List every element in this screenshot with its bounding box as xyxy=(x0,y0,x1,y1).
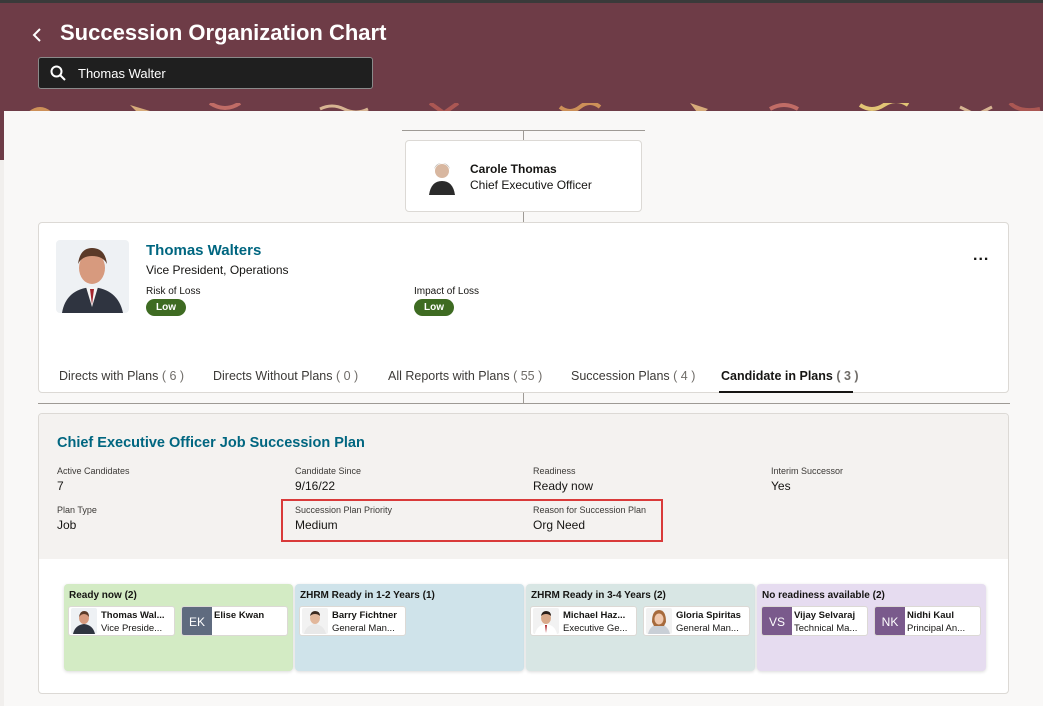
chevron-left-icon xyxy=(32,28,41,42)
field-value: 9/16/22 xyxy=(295,479,336,493)
tab-label: Directs Without Plans xyxy=(213,369,333,383)
plan-title-link[interactable]: Chief Executive Officer Job Succession P… xyxy=(57,435,365,451)
tab-directs-with-plans[interactable]: Directs with Plans ( 6 ) xyxy=(59,369,184,383)
person-name-link[interactable]: Thomas Walters xyxy=(146,242,261,259)
impact-of-loss-label: Impact of Loss xyxy=(414,286,480,297)
manager-title: Chief Executive Officer xyxy=(470,178,592,192)
risk-of-loss-badge: Low xyxy=(146,299,186,316)
connector-line xyxy=(523,130,524,140)
person-card: Thomas Walters Vice President, Operation… xyxy=(38,222,1009,393)
candidate-name: Gloria Spiritas xyxy=(676,610,741,621)
field-value: Ready now xyxy=(533,479,594,493)
field-label: Interim Successor xyxy=(771,466,844,476)
candidate-role: General Man... xyxy=(676,623,739,634)
back-button[interactable] xyxy=(32,23,50,47)
column-title: No readiness available (2) xyxy=(762,590,885,601)
page-title: Succession Organization Chart xyxy=(60,20,387,45)
readiness-column-no-readiness: No readiness available (2) VS Vijay Selv… xyxy=(757,584,986,671)
highlight-box xyxy=(281,499,663,542)
tab-count: ( 3 ) xyxy=(836,369,859,383)
candidate-name: Thomas Wal... xyxy=(101,610,165,621)
candidate-initials-avatar: VS xyxy=(762,607,792,635)
field-label: Active Candidates xyxy=(57,466,130,476)
candidate-card[interactable]: Michael Haz... Executive Ge... xyxy=(530,606,637,636)
impact-of-loss-badge: Low xyxy=(414,299,454,316)
readiness-column-3-4-years: ZHRM Ready in 3-4 Years (2) Michael Haz.… xyxy=(526,584,755,671)
candidate-role: General Man... xyxy=(332,623,395,634)
tab-candidate-in-plans[interactable]: Candidate in Plans ( 3 ) xyxy=(721,369,859,383)
search-value: Thomas Walter xyxy=(78,66,166,81)
candidate-card[interactable]: Barry Fichtner General Man... xyxy=(299,606,406,636)
tab-label: Succession Plans xyxy=(571,369,670,383)
manager-card[interactable]: Carole Thomas Chief Executive Officer xyxy=(405,140,642,212)
more-actions-button[interactable]: ... xyxy=(973,248,989,264)
tab-all-reports-with-plans[interactable]: All Reports with Plans ( 55 ) xyxy=(388,369,542,383)
candidate-role: Principal An... xyxy=(907,623,966,634)
manager-name: Carole Thomas xyxy=(470,162,557,176)
candidate-card[interactable]: EK Elise Kwan xyxy=(181,606,288,636)
tab-label: All Reports with Plans xyxy=(388,369,510,383)
tab-label: Directs with Plans xyxy=(59,369,159,383)
connector-line xyxy=(523,393,524,403)
risk-of-loss-label: Risk of Loss xyxy=(146,286,201,297)
tab-count: ( 6 ) xyxy=(161,369,185,383)
candidate-name: Vijay Selvaraj xyxy=(794,610,856,621)
field-label: Candidate Since xyxy=(295,466,362,476)
succession-plan-card: Chief Executive Officer Job Succession P… xyxy=(38,413,1009,694)
connector-line xyxy=(523,212,524,222)
candidate-card[interactable]: NK Nidhi Kaul Principal An... xyxy=(874,606,981,636)
candidate-name: Michael Haz... xyxy=(563,610,626,621)
readiness-column-ready-now: Ready now (2) Thomas Wal... Vice Preside… xyxy=(64,584,293,671)
tab-succession-plans[interactable]: Succession Plans ( 4 ) xyxy=(571,369,695,383)
candidate-initials-avatar: EK xyxy=(182,607,212,635)
candidate-avatar xyxy=(302,608,328,634)
candidate-role: Vice Preside... xyxy=(101,623,163,634)
tab-count: ( 0 ) xyxy=(335,369,359,383)
active-tab-indicator xyxy=(719,391,853,393)
candidate-avatar xyxy=(71,608,97,634)
candidate-role: Executive Ge... xyxy=(563,623,628,634)
candidate-name: Elise Kwan xyxy=(214,610,265,621)
search-input[interactable]: Thomas Walter xyxy=(38,57,373,89)
candidate-card[interactable]: VS Vijay Selvaraj Technical Ma... xyxy=(761,606,868,636)
readiness-column-1-2-years: ZHRM Ready in 1-2 Years (1) Barry Fichtn… xyxy=(295,584,524,671)
column-title: Ready now (2) xyxy=(69,590,137,601)
candidate-name: Nidhi Kaul xyxy=(907,610,954,621)
manager-avatar xyxy=(426,159,458,195)
column-title: ZHRM Ready in 3-4 Years (2) xyxy=(531,590,666,601)
tab-directs-without-plans[interactable]: Directs Without Plans ( 0 ) xyxy=(213,369,358,383)
tab-count: ( 4 ) xyxy=(673,369,696,383)
candidate-role: Technical Ma... xyxy=(794,623,858,634)
plan-details: Chief Executive Officer Job Succession P… xyxy=(39,414,1008,559)
field-value: 7 xyxy=(57,479,64,493)
column-title: ZHRM Ready in 1-2 Years (1) xyxy=(300,590,435,601)
tab-count: ( 55 ) xyxy=(513,369,543,383)
candidate-avatar xyxy=(533,608,559,634)
field-value: Job xyxy=(57,518,77,532)
candidate-avatar xyxy=(646,608,672,634)
tab-label: Candidate in Plans xyxy=(721,369,833,383)
field-label: Readiness xyxy=(533,466,576,476)
field-value: Yes xyxy=(771,479,791,493)
divider xyxy=(38,403,1010,404)
field-label: Plan Type xyxy=(57,505,97,515)
candidate-card[interactable]: Thomas Wal... Vice Preside... xyxy=(68,606,175,636)
candidate-name: Barry Fichtner xyxy=(332,610,397,621)
search-icon xyxy=(50,65,66,81)
person-title: Vice President, Operations xyxy=(146,263,289,277)
candidate-card[interactable]: Gloria Spiritas General Man... xyxy=(643,606,750,636)
person-photo xyxy=(56,240,129,313)
candidate-initials-avatar: NK xyxy=(875,607,905,635)
